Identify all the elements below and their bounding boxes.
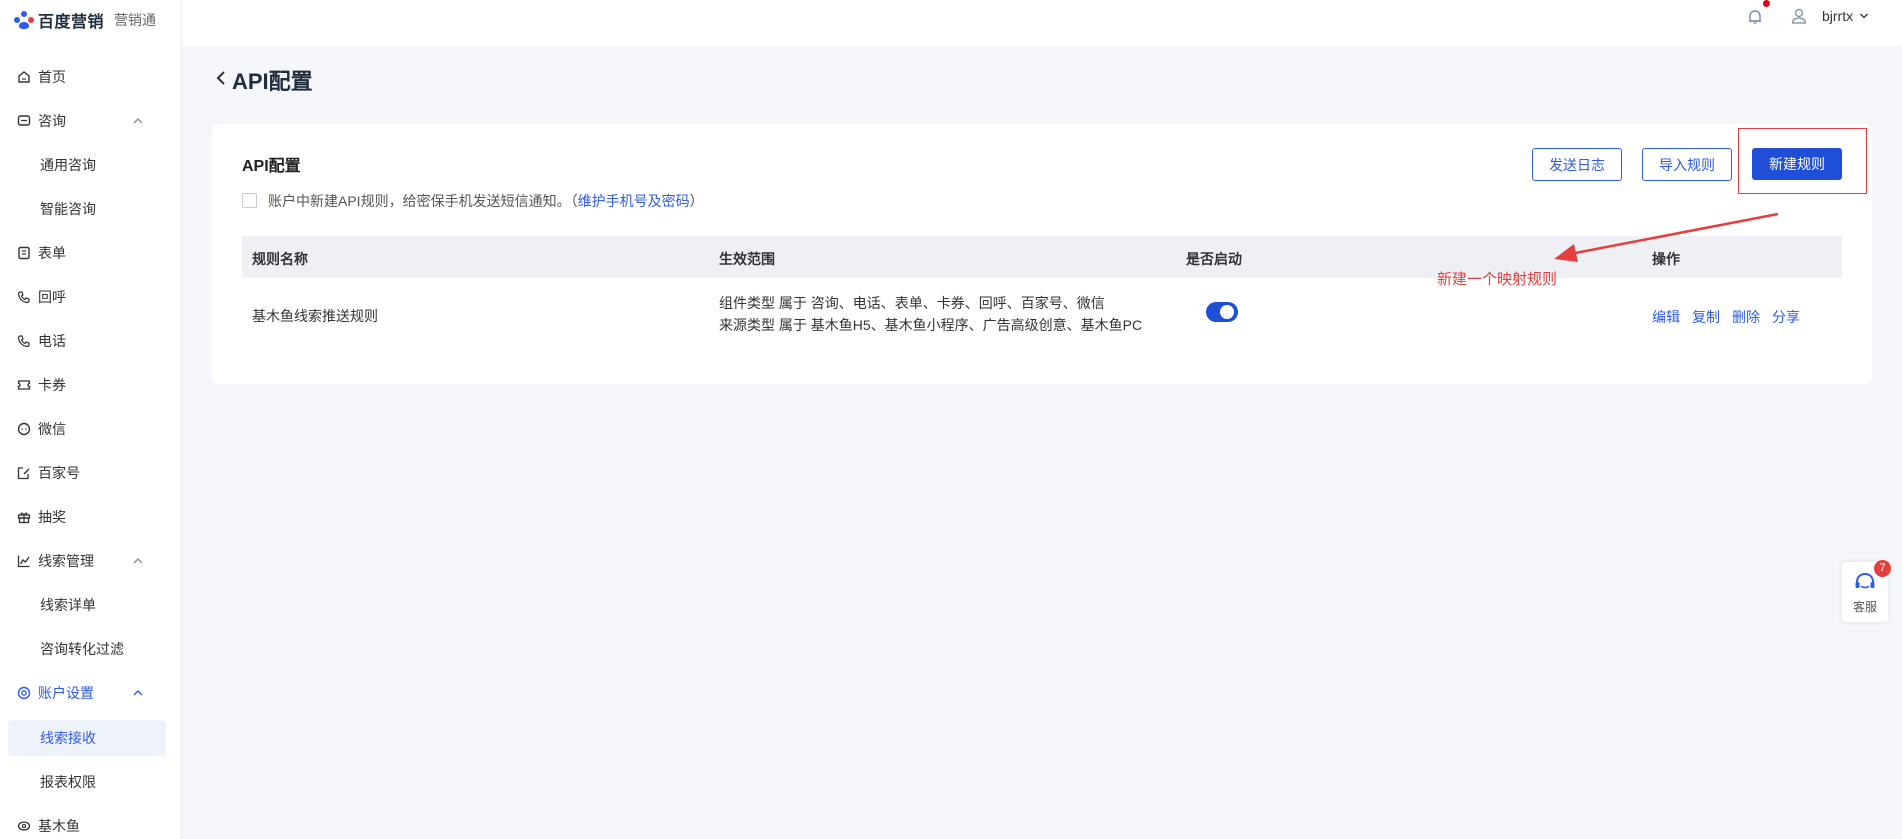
notification-dot	[1763, 0, 1770, 7]
sidebar-item-label: 报表权限	[40, 774, 96, 790]
sidebar-item-general-consult[interactable]: 通用咨询	[0, 147, 182, 183]
sidebar-item-lottery[interactable]: 抽奖	[0, 499, 182, 535]
sms-notice: 账户中新建API规则，给密保手机发送短信通知。（维护手机号及密码）	[268, 191, 704, 211]
sidebar-item-phone[interactable]: 电话	[0, 323, 182, 359]
sidebar-item-smart-consult[interactable]: 智能咨询	[0, 191, 182, 227]
sidebar-item-label: 账户设置	[38, 685, 94, 701]
edit-link[interactable]: 编辑	[1652, 307, 1680, 327]
baidu-paw-icon	[14, 11, 34, 29]
annotation-text: 新建一个映射规则	[1437, 271, 1558, 288]
scope-component-type: 组件类型 属于 咨询、电话、表单、卡券、回呼、百家号、微信	[719, 295, 1105, 311]
sidebar-item-home[interactable]: 首页	[0, 59, 182, 95]
sms-notify-checkbox[interactable]	[242, 193, 257, 208]
import-rule-button[interactable]: 导入规则	[1642, 148, 1732, 181]
sidebar-item-label: 智能咨询	[40, 201, 96, 217]
toggle-knob	[1220, 305, 1234, 319]
home-icon	[18, 71, 30, 83]
chart-line-icon	[17, 555, 30, 568]
annotation-arrow	[1554, 212, 1779, 262]
sidebar-item-label: 回呼	[38, 289, 66, 305]
chevron-up-icon	[133, 690, 143, 696]
sidebar-item-label: 表单	[38, 245, 66, 261]
sidebar-item-lead-management[interactable]: 线索管理	[0, 543, 182, 579]
brand-name: 百度营销	[38, 14, 105, 31]
sidebar-item-callback[interactable]: 回呼	[0, 279, 182, 315]
sidebar-item-label: 线索管理	[38, 553, 94, 569]
sidebar-item-label: 线索接收	[40, 730, 96, 746]
fish-icon	[17, 821, 31, 831]
phone-icon	[17, 335, 30, 348]
bell-icon[interactable]	[1745, 7, 1765, 27]
notice-text: 账户中新建API规则，给密保手机发送短信通知。（	[268, 193, 578, 209]
sidebar-item-label: 卡券	[38, 377, 66, 393]
chevron-up-icon	[133, 118, 143, 124]
customer-service-button[interactable]: 客服 7	[1842, 560, 1891, 622]
sidebar-item-baijiahao[interactable]: 百家号	[0, 455, 182, 491]
username[interactable]: bjrrtx	[1822, 8, 1853, 24]
sidebar-item-label: 首页	[38, 69, 66, 85]
header-scope: 生效范围	[719, 251, 775, 267]
delete-link[interactable]: 删除	[1732, 307, 1760, 327]
sidebar-item-lead-receive[interactable]: 线索接收	[8, 720, 166, 756]
send-log-button[interactable]: 发送日志	[1532, 148, 1622, 181]
rule-name: 基木鱼线索推送规则	[252, 308, 378, 324]
unread-badge: 7	[1874, 560, 1891, 577]
scope-source-type: 来源类型 属于 基木鱼H5、基木鱼小程序、广告高级创意、基木鱼PC	[719, 317, 1143, 333]
sidebar-item-label: 百家号	[38, 465, 80, 481]
annotation-highlight-box	[1738, 128, 1867, 194]
sidebar-item-report-permission[interactable]: 报表权限	[0, 764, 182, 800]
sidebar-item-wechat[interactable]: 微信	[0, 411, 182, 447]
settings-target-icon	[17, 686, 31, 700]
brand-product: 营销通	[114, 12, 157, 28]
sidebar-item-label: 通用咨询	[40, 157, 96, 173]
sidebar-item-coupon[interactable]: 卡券	[0, 367, 182, 403]
header-enabled: 是否启动	[1186, 251, 1242, 267]
card-title: API配置	[242, 158, 301, 175]
user-icon[interactable]	[1790, 7, 1808, 25]
wechat-icon	[17, 422, 31, 436]
edit-doc-icon	[17, 467, 30, 480]
sidebar: 百度营销 营销通 首页 咨询 通用咨询 智能咨询 表单 回呼 电话 卡券 微信 …	[0, 0, 182, 839]
chevron-down-icon[interactable]	[1858, 10, 1870, 22]
ticket-icon	[17, 380, 31, 390]
brand-logo[interactable]: 百度营销 营销通	[14, 8, 156, 32]
top-bar	[182, 0, 1902, 46]
gift-icon	[17, 512, 31, 524]
sidebar-item-label: 基木鱼	[38, 818, 80, 834]
back-chevron-icon[interactable]	[214, 70, 228, 86]
header-rule-name: 规则名称	[252, 251, 308, 267]
rule-enabled-toggle[interactable]	[1206, 302, 1238, 322]
sidebar-item-label: 电话	[38, 333, 66, 349]
sidebar-item-lead-details[interactable]: 线索详单	[0, 587, 182, 623]
sidebar-item-label: 咨询转化过滤	[40, 641, 124, 657]
sidebar-item-consult-filter[interactable]: 咨询转化过滤	[0, 631, 182, 667]
phone-callback-icon	[17, 291, 30, 304]
sidebar-item-label: 微信	[38, 421, 66, 437]
sidebar-item-form[interactable]: 表单	[0, 235, 182, 271]
sidebar-item-consult[interactable]: 咨询	[0, 103, 182, 139]
share-link[interactable]: 分享	[1772, 307, 1800, 327]
customer-service-label: 客服	[1852, 600, 1877, 614]
notice-end: ）	[689, 193, 704, 209]
chevron-up-icon	[133, 558, 143, 564]
table-row: 基木鱼线索推送规则 组件类型 属于 咨询、电话、表单、卡券、回呼、百家号、微信 …	[242, 278, 1842, 354]
copy-link[interactable]: 复制	[1692, 307, 1720, 327]
rule-scope: 组件类型 属于 咨询、电话、表单、卡券、回呼、百家号、微信 来源类型 属于 基木…	[719, 292, 1142, 336]
sidebar-item-label: 抽奖	[38, 509, 66, 525]
chat-box-icon	[17, 115, 31, 126]
sidebar-item-label: 线索详单	[40, 597, 96, 613]
maintain-phone-link[interactable]: 维护手机号及密码	[578, 193, 690, 209]
page-title: API配置	[232, 69, 313, 94]
form-icon	[18, 246, 30, 260]
sidebar-item-jimuyu[interactable]: 基木鱼	[0, 808, 182, 839]
headset-icon	[1855, 572, 1875, 589]
sidebar-item-account-settings[interactable]: 账户设置	[0, 675, 182, 711]
sidebar-item-label: 咨询	[38, 113, 66, 129]
